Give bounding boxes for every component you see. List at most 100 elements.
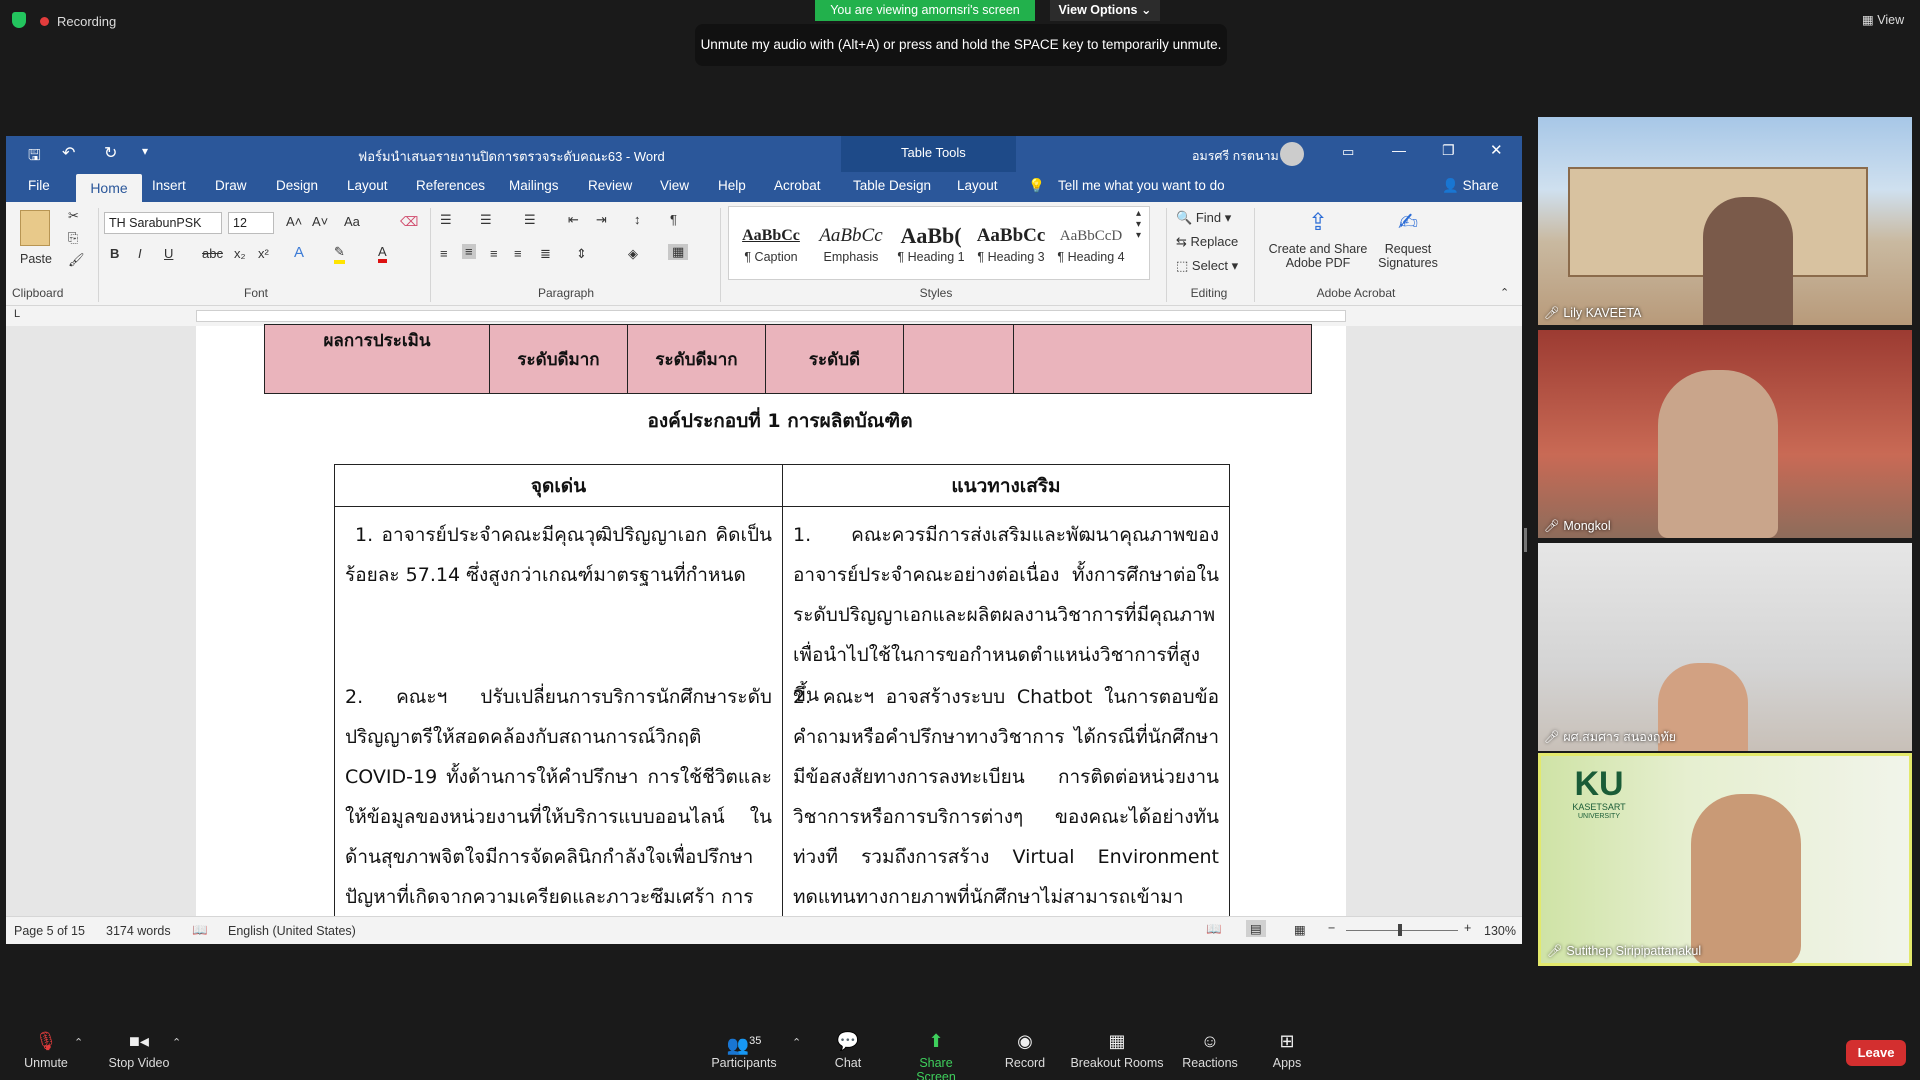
paste-icon[interactable]	[20, 210, 50, 246]
video-options-chevron-icon[interactable]: ⌃	[172, 1036, 181, 1049]
tab-references[interactable]: References	[416, 178, 485, 193]
zoom-slider-thumb[interactable]	[1398, 924, 1402, 936]
underline-icon[interactable]: U	[164, 246, 173, 261]
undo-icon[interactable]: ↶	[62, 143, 75, 163]
customize-qat-icon[interactable]: ▾	[142, 144, 148, 158]
justify-icon[interactable]: ≡	[514, 246, 522, 261]
style-heading4[interactable]: AaBbCcD ¶ Heading 4	[1052, 222, 1130, 264]
audio-options-chevron-icon[interactable]: ⌃	[74, 1036, 83, 1049]
select-button[interactable]: ⬚ Select ▾	[1176, 258, 1238, 274]
bold-icon[interactable]: B	[110, 246, 119, 261]
horizontal-ruler[interactable]	[196, 310, 1346, 322]
record-button[interactable]: ◉ Record	[1000, 1030, 1050, 1070]
align-right-icon[interactable]: ≡	[490, 246, 498, 261]
paste-label[interactable]: Paste	[20, 252, 52, 266]
create-share-pdf-button[interactable]: ⇪ Create and Share Adobe PDF	[1268, 208, 1368, 270]
zoom-level[interactable]: 130%	[1484, 924, 1516, 938]
font-color-icon[interactable]: A	[378, 244, 387, 263]
numbering-icon[interactable]: ☰	[480, 212, 492, 228]
shrink-font-icon[interactable]: A˅	[312, 214, 328, 229]
format-painter-icon[interactable]: 🖌	[68, 252, 85, 268]
font-name-box[interactable]: TH SarabunPSK	[104, 212, 222, 234]
apps-button[interactable]: ⊞ Apps	[1262, 1030, 1312, 1070]
chat-button[interactable]: 💬 Chat	[828, 1030, 868, 1070]
tab-table-design[interactable]: Table Design	[853, 178, 931, 193]
view-options-button[interactable]: View Options ⌄	[1050, 0, 1160, 21]
styles-scroll-icon[interactable]: ▴ ▾ ▾	[1136, 208, 1141, 241]
change-case-icon[interactable]: Aa	[344, 214, 360, 229]
collapse-ribbon-icon[interactable]: ⌃	[1500, 286, 1509, 299]
tab-design[interactable]: Design	[276, 178, 318, 193]
show-marks-icon[interactable]: ¶	[670, 212, 677, 227]
tab-mailings[interactable]: Mailings	[509, 178, 559, 193]
video-tile-4-active-speaker[interactable]: KU KASETSART UNIVERSITY 🎤︎ Sutithep Siri…	[1538, 753, 1912, 966]
participants-button[interactable]: 👥35 Participants	[708, 1030, 780, 1070]
clear-formatting-icon[interactable]: ⌫	[400, 214, 418, 230]
view-button[interactable]: ▦ View	[1862, 12, 1904, 27]
find-button[interactable]: 🔍 Find ▾	[1176, 210, 1231, 226]
shading-icon[interactable]: ◈	[628, 246, 638, 262]
word-count[interactable]: 3174 words	[106, 924, 171, 938]
tell-me-search[interactable]: Tell me what you want to do	[1058, 178, 1225, 193]
tab-table-layout[interactable]: Layout	[957, 178, 998, 193]
breakout-rooms-button[interactable]: ▦ Breakout Rooms	[1070, 1030, 1164, 1070]
stop-video-button[interactable]: ■◂ Stop Video	[104, 1030, 174, 1070]
cut-icon[interactable]: ✂	[68, 208, 79, 224]
share-screen-button[interactable]: ⬆ Share Screen	[898, 1030, 974, 1080]
video-tile-1[interactable]: 🎤︎ Lily KAVEETA	[1538, 117, 1912, 325]
tab-view[interactable]: View	[660, 178, 689, 193]
close-icon[interactable]: ✕	[1490, 141, 1503, 159]
video-tile-2[interactable]: 🎤︎ Mongkol	[1538, 330, 1912, 538]
leave-button[interactable]: Leave	[1846, 1040, 1906, 1066]
tab-file[interactable]: File	[28, 178, 50, 193]
copy-icon[interactable]: ⎘	[68, 230, 78, 246]
tab-draw[interactable]: Draw	[215, 178, 247, 193]
video-tile-3[interactable]: 🎤︎ ผศ.สมศาร สนองฤทัย	[1538, 543, 1912, 751]
borders-icon[interactable]: ▦	[668, 244, 689, 260]
share-button[interactable]: 👤 Share	[1442, 178, 1499, 194]
tab-acrobat[interactable]: Acrobat	[774, 178, 821, 193]
redo-icon[interactable]: ↻	[104, 143, 117, 163]
unmute-button[interactable]: 🎙 Unmute	[20, 1030, 72, 1070]
align-left-icon[interactable]: ≡	[440, 246, 448, 261]
highlight-icon[interactable]: ✎	[334, 244, 345, 264]
zoom-slider[interactable]	[1346, 930, 1458, 931]
tab-help[interactable]: Help	[718, 178, 746, 193]
tab-home[interactable]: Home	[76, 174, 142, 202]
style-heading1[interactable]: AaBb(¶ Heading 1	[892, 222, 970, 264]
ribbon-display-icon[interactable]: ▭	[1342, 144, 1354, 160]
decrease-indent-icon[interactable]: ⇤	[568, 212, 579, 228]
align-center-icon[interactable]: ≡	[462, 244, 476, 259]
document-page[interactable]: ผลการประเมิน ระดับดีมาก ระดับดีมาก ระดับ…	[196, 324, 1346, 944]
tab-insert[interactable]: Insert	[152, 178, 186, 193]
line-spacing-icon[interactable]: ⇕	[576, 246, 587, 262]
font-size-box[interactable]: 12	[228, 212, 274, 234]
save-icon[interactable]: 🖫	[28, 145, 41, 170]
style-emphasis[interactable]: AaBbCc Emphasis	[812, 222, 890, 264]
style-heading3[interactable]: AaBbCc ¶ Heading 3	[972, 222, 1050, 264]
tab-selector-icon[interactable]: L	[14, 308, 20, 320]
web-layout-icon[interactable]: ▦	[1294, 922, 1306, 937]
strikethrough-icon[interactable]: abc	[202, 246, 223, 261]
read-mode-icon[interactable]: 📖	[1206, 922, 1222, 937]
style-caption[interactable]: AaBbCc ¶ Caption	[732, 222, 810, 264]
bullets-icon[interactable]: ☰	[440, 212, 452, 228]
print-layout-icon[interactable]: ▤	[1246, 920, 1266, 937]
italic-icon[interactable]: I	[138, 246, 142, 261]
request-signatures-button[interactable]: ✍ Request Signatures	[1372, 208, 1444, 270]
text-effects-icon[interactable]: A	[294, 244, 304, 261]
multilevel-list-icon[interactable]: ☰	[524, 212, 536, 228]
replace-button[interactable]: ⇆ Replace	[1176, 234, 1238, 250]
grow-font-icon[interactable]: A˄	[286, 214, 302, 229]
panel-resize-handle[interactable]	[1524, 528, 1527, 552]
page-count[interactable]: Page 5 of 15	[14, 924, 85, 938]
sort-icon[interactable]: ↕	[634, 212, 641, 227]
tab-layout[interactable]: Layout	[347, 178, 388, 193]
minimize-icon[interactable]: —	[1392, 142, 1406, 158]
restore-icon[interactable]: ❐	[1442, 142, 1455, 159]
superscript-icon[interactable]: x²	[258, 246, 269, 261]
proofing-icon[interactable]: 📖	[192, 923, 208, 938]
subscript-icon[interactable]: x₂	[234, 246, 246, 261]
language-status[interactable]: English (United States)	[228, 924, 356, 938]
avatar[interactable]	[1280, 142, 1304, 166]
